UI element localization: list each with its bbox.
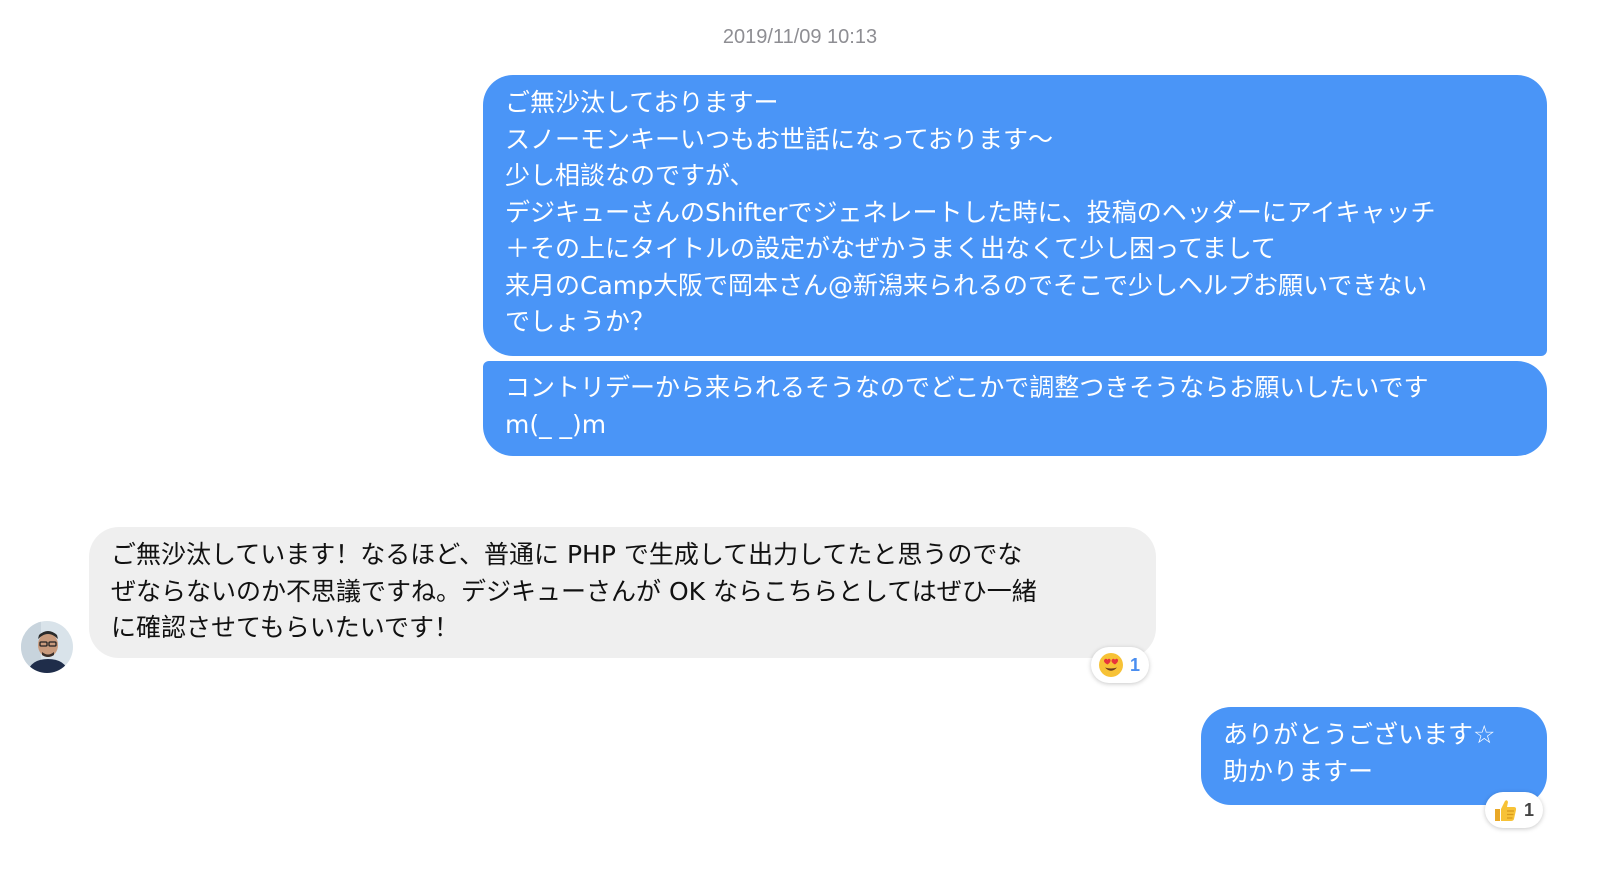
message-reaction[interactable]: 1 <box>1485 792 1544 828</box>
incoming-message-bubble[interactable]: ご無沙汰しています！なるほど、普通に PHP で生成して出力してたと思うのでな … <box>89 527 1156 658</box>
reaction-count: 1 <box>1524 799 1535 820</box>
reaction-count: 1 <box>1130 654 1141 675</box>
thumbs-up-emoji-icon <box>1492 797 1518 823</box>
chat-thread: 2019/11/09 10:13 ご無沙汰しておりますー スノーモンキーいつもお… <box>0 0 1600 876</box>
avatar[interactable] <box>21 621 73 673</box>
heart-eyes-emoji-icon <box>1098 652 1124 678</box>
message-timestamp: 2019/11/09 10:13 <box>722 26 878 48</box>
outgoing-message-bubble[interactable]: ご無沙汰しておりますー スノーモンキーいつもお世話になっております〜 少し相談な… <box>483 75 1547 356</box>
outgoing-message-bubble[interactable]: ありがとうございます☆ 助かりますー <box>1201 707 1547 805</box>
message-reaction[interactable]: 1 <box>1091 647 1150 683</box>
outgoing-message-bubble[interactable]: コントリデーから来られるそうなのでどこかで調整つきそうならお願いしたいです m(… <box>483 361 1547 456</box>
